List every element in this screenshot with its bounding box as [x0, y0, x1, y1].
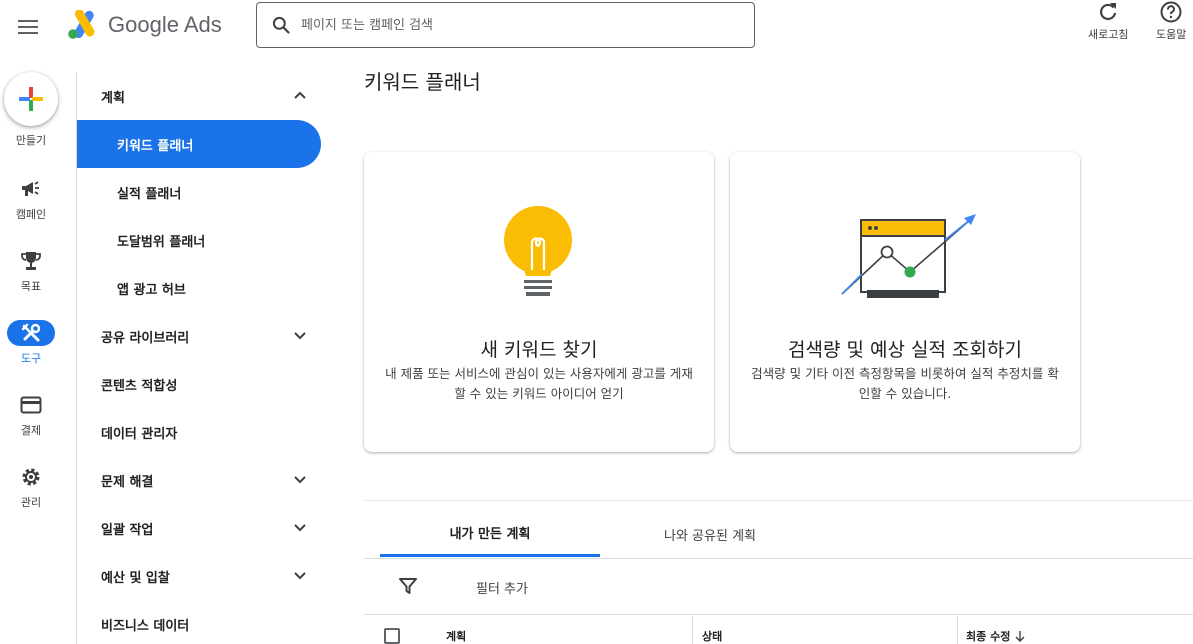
column-header-last-modified[interactable]: 최종 수정: [966, 628, 1026, 644]
rail-icon-container: [7, 176, 55, 202]
nav-item-label: 공유 라이브러리: [101, 330, 190, 346]
nav-item-label: 실적 플래너: [117, 186, 182, 202]
column-header-label: 상태: [702, 630, 723, 643]
tools-nav-panel: 계획 키워드 플래너 실적 플래너 도달범위 플래너 앱 광고 허브 공유 라이…: [76, 72, 326, 644]
nav-item-label: 앱 광고 허브: [117, 282, 186, 298]
nav-item-label: 문제 해결: [101, 474, 154, 490]
column-header-plan[interactable]: 계획: [446, 628, 466, 644]
lightbulb-icon: [504, 206, 572, 296]
forecast-volume-card[interactable]: 검색량 및 예상 실적 조회하기 검색량 및 기타 이전 측정항목을 비롯하여 …: [730, 152, 1080, 452]
top-app-bar: Google Ads 새로고침 도움말: [0, 0, 1193, 56]
search-input[interactable]: [301, 17, 721, 33]
rail-label-billing: 결제: [20, 424, 42, 437]
menu-icon: [18, 20, 38, 22]
gear-icon: [22, 468, 40, 486]
chevron-down-icon: [294, 332, 306, 340]
nav-item-business-data[interactable]: 비즈니스 데이터: [77, 600, 321, 644]
plans-panel: 내가 만든 계획 나와 공유된 계획 필터 추가 계획 상태 최종 수정: [364, 500, 1193, 644]
rail-label-campaigns: 캠페인: [15, 208, 47, 221]
nav-item-label: 키워드 플래너: [117, 138, 194, 154]
nav-section-planning[interactable]: 계획: [77, 72, 321, 120]
google-ads-logo[interactable]: Google Ads: [66, 8, 222, 42]
main-menu-button[interactable]: [18, 14, 44, 40]
nav-item-label: 데이터 관리자: [101, 426, 178, 442]
rail-label-tools: 도구: [20, 352, 42, 365]
filter-icon[interactable]: [398, 577, 418, 595]
nav-section-planning-label: 계획: [101, 90, 125, 106]
card-title: 검색량 및 예상 실적 조회하기: [788, 339, 1022, 361]
credit-card-icon: [20, 396, 42, 414]
search-box[interactable]: [256, 2, 755, 48]
chevron-down-icon: [294, 524, 306, 532]
help-label: 도움말: [1156, 28, 1187, 41]
rail-label-admin: 관리: [20, 496, 42, 509]
nav-item-troubleshooting[interactable]: 문제 해결: [77, 456, 321, 504]
nav-item-data-manager[interactable]: 데이터 관리자: [77, 408, 321, 456]
rail-icon-container: [7, 392, 55, 418]
trend-chart-icon: [841, 214, 976, 298]
rail-icon-container: [7, 464, 55, 490]
rail-label-goals: 목표: [20, 280, 42, 293]
add-filter-button[interactable]: 필터 추가: [476, 578, 528, 597]
menu-icon-bar: [18, 32, 38, 34]
refresh-label: 새로고침: [1088, 28, 1129, 41]
select-all-checkbox[interactable]: [384, 628, 400, 644]
rail-item-admin[interactable]: 관리: [0, 464, 62, 510]
tab-my-plans[interactable]: 내가 만든 계획: [380, 511, 600, 557]
nav-item-label: 도달범위 플래너: [117, 234, 206, 250]
help-button[interactable]: 도움말: [1156, 0, 1186, 42]
tab-shared-plans[interactable]: 나와 공유된 계획: [600, 511, 820, 557]
nav-item-budgets-bidding[interactable]: 예산 및 입찰: [77, 552, 321, 600]
refresh-button[interactable]: 새로고침: [1088, 0, 1128, 42]
rail-item-goals[interactable]: 목표: [0, 248, 62, 294]
nav-item-performance-planner[interactable]: 실적 플래너: [77, 168, 321, 216]
tools-icon: [21, 323, 41, 342]
nav-item-bulk-actions[interactable]: 일괄 작업: [77, 504, 321, 552]
nav-item-label: 일괄 작업: [101, 522, 154, 538]
megaphone-icon: [22, 181, 39, 196]
nav-item-reach-planner[interactable]: 도달범위 플래너: [77, 216, 321, 264]
rail-item-campaigns[interactable]: 캠페인: [0, 176, 62, 222]
rail-item-billing[interactable]: 결제: [0, 392, 62, 438]
refresh-icon: [1100, 3, 1117, 20]
nav-item-app-ads-hub[interactable]: 앱 광고 허브: [77, 264, 321, 312]
google-ads-logo-icon: [68, 10, 95, 39]
menu-icon-bar: [18, 26, 38, 28]
nav-item-shared-library[interactable]: 공유 라이브러리: [77, 312, 321, 360]
column-header-status[interactable]: 상태: [702, 628, 722, 644]
rail-icon-container: [7, 248, 55, 274]
card-description: 내 제품 또는 서비스에 관심이 있는 사용자에게 광고를 게재할 수 있는 키…: [385, 366, 693, 401]
card-title: 새 키워드 찾기: [480, 339, 598, 361]
chevron-up-icon: [294, 91, 306, 99]
nav-item-label: 비즈니스 데이터: [101, 618, 190, 634]
create-label: 만들기: [15, 134, 47, 147]
search-icon: [272, 16, 290, 34]
nav-item-content-suitability[interactable]: 콘텐츠 적합성: [77, 360, 321, 408]
nav-item-label: 예산 및 입찰: [101, 570, 170, 586]
rail-item-tools[interactable]: 도구: [0, 320, 62, 366]
tab-label: 내가 만든 계획: [449, 527, 531, 542]
column-divider: [957, 616, 958, 644]
discover-keywords-card[interactable]: 새 키워드 찾기 내 제품 또는 서비스에 관심이 있는 사용자에게 광고를 게…: [364, 152, 714, 452]
table-header-row: 계획 상태 최종 수정: [364, 616, 1193, 644]
help-icon: [1160, 1, 1182, 23]
filter-bar: 필터 추가: [364, 559, 1193, 615]
logo-text: Google Ads: [108, 12, 222, 37]
card-description: 검색량 및 기타 이전 측정항목을 비롯하여 실적 추정치를 확인할 수 있습니…: [751, 366, 1059, 401]
nav-item-keyword-planner[interactable]: 키워드 플래너: [77, 120, 321, 168]
trophy-icon: [21, 252, 41, 270]
nav-item-label: 콘텐츠 적합성: [101, 378, 178, 394]
create-button[interactable]: [4, 72, 58, 126]
rail-icon-container: [7, 320, 55, 346]
column-divider: [692, 616, 693, 644]
plus-icon: [19, 87, 43, 111]
column-header-label: 계획: [446, 630, 467, 643]
column-header-label: 최종 수정: [966, 630, 1011, 643]
chevron-down-icon: [294, 572, 306, 580]
arrow-down-icon: [1015, 631, 1025, 642]
left-rail: 만들기 캠페인 목표 도구 결제 관리: [0, 56, 62, 644]
tab-label: 나와 공유된 계획: [664, 528, 756, 544]
page-title: 키워드 플래너: [364, 70, 481, 94]
chevron-down-icon: [294, 476, 306, 484]
